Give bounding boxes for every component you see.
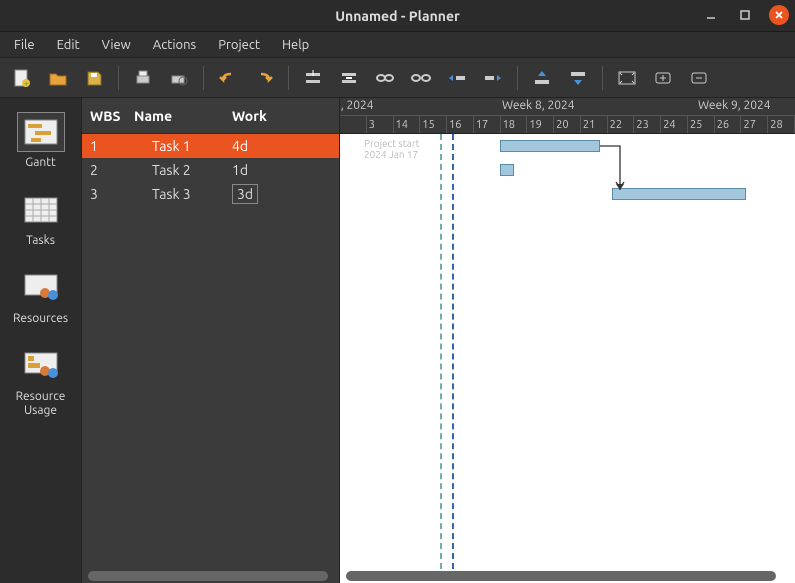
menu-help[interactable]: Help (272, 35, 319, 55)
indent-icon[interactable] (443, 64, 471, 92)
day-cell: 27 (741, 115, 768, 133)
undo-icon[interactable] (214, 64, 242, 92)
week-label: 7, 2024 (340, 99, 374, 112)
task-panel: WBS Name Work 1 Task 1 4d 2 Task 2 1d 3 … (82, 98, 340, 583)
menu-project[interactable]: Project (208, 35, 270, 55)
gantt-header: 7, 2024 Week 8, 2024 Week 9, 2024 314151… (340, 98, 795, 134)
cell-work: 4d (232, 138, 312, 154)
task-header: WBS Name Work (82, 98, 339, 134)
day-cell: 26 (715, 115, 742, 133)
maximize-button[interactable] (735, 5, 755, 25)
resources-icon (17, 268, 65, 308)
day-cell: 18 (501, 115, 528, 133)
toolbar: + (0, 58, 795, 98)
day-cell: 24 (661, 115, 688, 133)
week-label: Week 8, 2024 (500, 99, 575, 112)
gantt-bar[interactable] (612, 188, 746, 200)
cell-name: Task 1 (134, 138, 232, 154)
nav-usage-label: Resource Usage (16, 390, 66, 418)
view-sidebar: Gantt Tasks Resources Resource Usage (0, 98, 82, 583)
nav-resource-usage[interactable]: Resource Usage (4, 340, 78, 424)
task-scrollbar[interactable] (88, 571, 328, 581)
col-name[interactable]: Name (134, 108, 232, 124)
print-preview-icon[interactable] (165, 64, 193, 92)
menu-view[interactable]: View (92, 35, 141, 55)
day-cell: 3 (367, 115, 394, 133)
menu-edit[interactable]: Edit (47, 35, 90, 55)
nav-resources-label: Resources (13, 312, 68, 326)
minimize-button[interactable] (701, 5, 721, 25)
day-cell: 16 (447, 115, 474, 133)
day-cell: 22 (608, 115, 635, 133)
col-wbs[interactable]: WBS (82, 108, 134, 124)
redo-icon[interactable] (250, 64, 278, 92)
unlink-tasks-icon[interactable] (407, 64, 435, 92)
save-icon[interactable] (80, 64, 108, 92)
resource-usage-icon (17, 346, 65, 386)
day-cell: 19 (527, 115, 554, 133)
col-work[interactable]: Work (232, 108, 312, 124)
table-row[interactable]: 2 Task 2 1d (82, 158, 339, 182)
day-cell: 25 (688, 115, 715, 133)
new-file-icon[interactable]: + (8, 64, 36, 92)
day-cell: 23 (634, 115, 661, 133)
gantt-icon (17, 112, 65, 152)
table-row[interactable]: 3 Task 3 3d (82, 182, 339, 206)
day-cell: 17 (474, 115, 501, 133)
day-cell: 21 (581, 115, 608, 133)
insert-task-icon[interactable] (299, 64, 327, 92)
dependency-arrow (598, 144, 628, 198)
nav-resources[interactable]: Resources (4, 262, 78, 332)
gantt-body[interactable]: Project start 2024 Jan 17 (340, 134, 795, 569)
day-cell: 14 (394, 115, 421, 133)
cell-wbs: 2 (82, 162, 134, 178)
cell-work: 1d (232, 162, 312, 178)
cell-name: Task 2 (134, 162, 232, 178)
cell-wbs: 1 (82, 138, 134, 154)
cell-name: Task 3 (134, 186, 232, 202)
window-title: Unnamed - Planner (335, 8, 460, 24)
nav-tasks[interactable]: Tasks (4, 184, 78, 254)
tasks-icon (17, 190, 65, 230)
day-cell: 20 (554, 115, 581, 133)
titlebar: Unnamed - Planner (0, 0, 795, 32)
open-file-icon[interactable] (44, 64, 72, 92)
zoom-fit-icon[interactable] (613, 64, 641, 92)
outdent-icon[interactable] (479, 64, 507, 92)
menubar: File Edit View Actions Project Help (0, 32, 795, 58)
menu-actions[interactable]: Actions (143, 35, 206, 55)
day-cell: 15 (420, 115, 447, 133)
nav-tasks-label: Tasks (26, 234, 55, 248)
svg-text:+: + (24, 79, 29, 88)
link-tasks-icon[interactable] (371, 64, 399, 92)
cell-work-editing[interactable]: 3d (232, 184, 312, 204)
zoom-in-icon[interactable] (649, 64, 677, 92)
table-row[interactable]: 1 Task 1 4d (82, 134, 339, 158)
print-icon[interactable] (129, 64, 157, 92)
remove-task-icon[interactable] (335, 64, 363, 92)
project-start-label: Project start 2024 Jan 17 (364, 138, 420, 160)
day-cell: 28 (768, 115, 795, 133)
gantt-scrollbar[interactable] (346, 571, 776, 581)
gantt-bar[interactable] (500, 140, 600, 152)
close-button[interactable] (769, 5, 789, 25)
zoom-out-icon[interactable] (685, 64, 713, 92)
gantt-bar[interactable] (500, 164, 514, 176)
move-up-icon[interactable] (528, 64, 556, 92)
move-down-icon[interactable] (564, 64, 592, 92)
nav-gantt[interactable]: Gantt (4, 106, 78, 176)
gantt-chart[interactable]: 7, 2024 Week 8, 2024 Week 9, 2024 314151… (340, 98, 795, 583)
menu-file[interactable]: File (4, 35, 45, 55)
week-label: Week 9, 2024 (696, 99, 771, 112)
nav-gantt-label: Gantt (25, 156, 55, 170)
cell-wbs: 3 (82, 186, 134, 202)
day-cell (340, 115, 367, 133)
